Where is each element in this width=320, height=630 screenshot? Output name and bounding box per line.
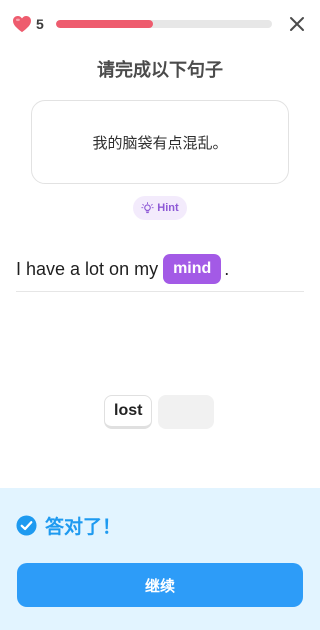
close-button[interactable] [286,13,308,35]
answer-divider [16,291,304,292]
check-circle-icon [16,515,37,536]
prompt-card: 我的脑袋有点混乱。 [31,100,289,184]
feedback-row: 答对了！ [16,512,121,539]
close-icon [290,17,304,31]
word-bank: lost [104,395,215,429]
lesson-progress-bar [55,20,272,28]
word-bank-empty-slot [158,395,215,429]
answer-word-chip[interactable]: mind [163,254,222,284]
sentence-prefix: I have a lot on my [16,258,159,279]
feedback-panel: 答对了！ 继续 [0,488,320,630]
top-bar: 5 [12,10,308,38]
hint-button[interactable]: Hint [133,196,187,220]
hint-label: Hint [157,202,179,214]
continue-button[interactable]: 继续 [17,563,303,607]
answer-sentence: I have a lot on my mind . [16,254,229,284]
word-bank-chip[interactable]: lost [104,395,153,429]
progress-fill [55,20,153,28]
sentence-suffix: . [224,258,230,279]
lesson-screen: 5 请完成以下句子 我的脑袋有点混乱。 Hint I have a lot on… [0,0,320,630]
feedback-message: 答对了！ [45,516,122,538]
lightbulb-icon [141,201,154,213]
hearts-count: 5 [36,16,44,32]
hearts-counter: 5 [12,15,44,33]
exercise-title: 请完成以下句子 [97,60,223,81]
heart-icon [13,15,31,33]
prompt-sentence: 我的脑袋有点混乱。 [92,133,228,152]
